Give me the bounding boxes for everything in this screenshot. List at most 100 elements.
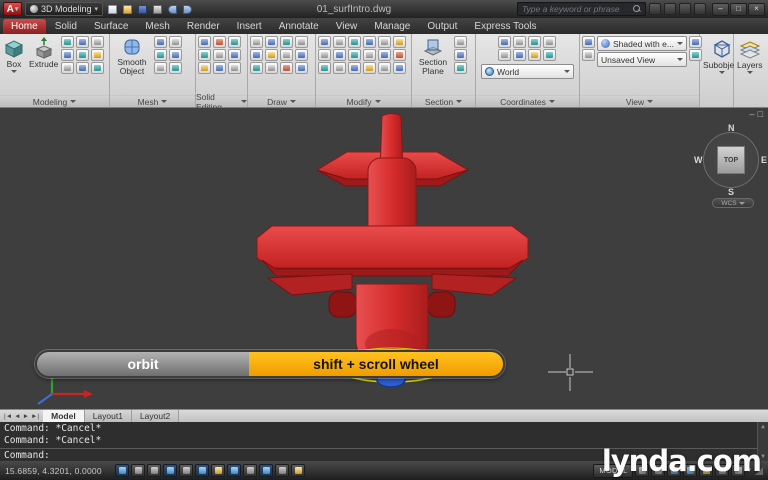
section-tool-icon[interactable] (454, 62, 467, 74)
drawing-viewport[interactable]: – □ N W E S TOP WCS orbit shift + scroll… (0, 108, 768, 409)
view-tool-icon[interactable] (582, 49, 595, 61)
polyline-icon[interactable] (265, 36, 278, 48)
extend-icon[interactable] (318, 62, 331, 74)
modeling-tool-icon[interactable] (91, 62, 105, 74)
mesh-tool-icon[interactable] (169, 62, 182, 74)
next-layout-button[interactable]: ► (23, 413, 29, 420)
airplane-model[interactable] (256, 113, 529, 367)
prev-layout-button[interactable]: ◄ (14, 413, 20, 420)
solid-editing-icon[interactable] (213, 49, 226, 61)
mesh-tool-icon[interactable] (154, 36, 167, 48)
tab-manage[interactable]: Manage (366, 19, 418, 34)
viewport-minimize-button[interactable]: – (750, 110, 755, 119)
section-tool-icon[interactable] (454, 49, 467, 61)
application-menu-button[interactable]: A ▾ (3, 2, 22, 16)
favorites-icon[interactable] (679, 3, 691, 15)
extrude-button[interactable]: Extrude (28, 36, 59, 70)
lengthen-icon[interactable] (393, 62, 406, 74)
communication-center-icon[interactable] (664, 3, 676, 15)
trim-icon[interactable] (348, 36, 361, 48)
ucs-tool-icon[interactable] (498, 49, 511, 61)
region-icon[interactable] (265, 62, 278, 74)
tab-surface[interactable]: Surface (86, 19, 136, 34)
spline-icon[interactable] (295, 49, 308, 61)
panel-label-mesh[interactable]: Mesh (110, 95, 195, 107)
solid-editing-icon[interactable] (198, 36, 211, 48)
chamfer-icon[interactable] (333, 62, 346, 74)
tab-view[interactable]: View (328, 19, 366, 34)
named-view-dropdown[interactable]: Unsaved View (597, 52, 687, 67)
restore-button[interactable]: □ (730, 2, 747, 16)
panel-label-coordinates[interactable]: Coordinates (476, 95, 579, 107)
panel-label-modify[interactable]: Modify (316, 95, 411, 107)
ucs-tool-icon[interactable] (528, 36, 541, 48)
gradient-icon[interactable] (280, 62, 293, 74)
mesh-tool-icon[interactable] (169, 49, 182, 61)
tab-solid[interactable]: Solid (47, 19, 85, 34)
osnap-toggle[interactable] (195, 464, 209, 477)
open-file-button[interactable] (121, 3, 134, 16)
ucs-tool-icon[interactable] (543, 49, 556, 61)
dyn-toggle[interactable] (259, 464, 273, 477)
plot-button[interactable] (151, 3, 164, 16)
offset-icon[interactable] (363, 49, 376, 61)
hatch-icon[interactable] (280, 49, 293, 61)
ducs-toggle[interactable] (243, 464, 257, 477)
explode-icon[interactable] (393, 49, 406, 61)
modeling-tool-icon[interactable] (61, 36, 75, 48)
mesh-tool-icon[interactable] (154, 62, 167, 74)
grid-toggle[interactable] (147, 464, 161, 477)
mirror-icon[interactable] (378, 36, 391, 48)
scroll-up-icon[interactable]: ▲ (761, 423, 765, 430)
stretch-icon[interactable] (318, 49, 331, 61)
point-icon[interactable] (250, 62, 263, 74)
viewcube-wcs-menu[interactable]: WCS (712, 198, 754, 208)
tab-annotate[interactable]: Annotate (271, 19, 327, 34)
fillet-icon[interactable] (393, 36, 406, 48)
ellipse-icon[interactable] (265, 49, 278, 61)
ucs-tool-icon[interactable] (543, 36, 556, 48)
exchange-icon[interactable] (649, 3, 661, 15)
ucs-tool-icon[interactable] (528, 49, 541, 61)
modeling-tool-icon[interactable] (61, 49, 75, 61)
modeling-tool-icon[interactable] (76, 49, 90, 61)
tab-output[interactable]: Output (419, 19, 465, 34)
workspace-switcher[interactable]: 3D Modeling ▾ (25, 2, 104, 16)
panel-label-solid-editing[interactable]: Solid Editing (196, 92, 247, 112)
tab-layout2[interactable]: Layout2 (131, 410, 180, 422)
section-plane-button[interactable]: Section Plane (414, 36, 452, 77)
circle-icon[interactable] (280, 36, 293, 48)
viewcube-north[interactable]: N (728, 123, 735, 133)
arc-icon[interactable] (295, 36, 308, 48)
modeling-tool-icon[interactable] (91, 36, 105, 48)
search-icon[interactable] (633, 5, 641, 13)
modeling-tool-icon[interactable] (61, 62, 75, 74)
redo-button[interactable] (181, 3, 194, 16)
otrack-toggle[interactable] (227, 464, 241, 477)
tab-express-tools[interactable]: Express Tools (466, 19, 544, 34)
line-icon[interactable] (250, 36, 263, 48)
solid-editing-icon[interactable] (228, 36, 241, 48)
tab-insert[interactable]: Insert (229, 19, 270, 34)
close-button[interactable]: × (748, 2, 765, 16)
ucs-tool-icon[interactable] (498, 36, 511, 48)
modeling-tool-icon[interactable] (91, 49, 105, 61)
solid-editing-icon[interactable] (198, 49, 211, 61)
solid-editing-icon[interactable] (228, 62, 241, 74)
viewcube-south[interactable]: S (728, 187, 734, 197)
lwt-toggle[interactable] (275, 464, 289, 477)
panel-label-section[interactable]: Section (412, 95, 475, 107)
mesh-tool-icon[interactable] (169, 36, 182, 48)
viewcube-east[interactable]: E (761, 155, 767, 165)
new-file-button[interactable] (106, 3, 119, 16)
infer-constraints-toggle[interactable] (115, 464, 129, 477)
box-button[interactable]: Box (2, 36, 26, 74)
scale-icon[interactable] (333, 49, 346, 61)
viewcube-top-face[interactable]: TOP (717, 146, 745, 174)
tab-mesh[interactable]: Mesh (137, 19, 177, 34)
solid-editing-icon[interactable] (228, 49, 241, 61)
move-icon[interactable] (318, 36, 331, 48)
polar-toggle[interactable] (179, 464, 193, 477)
layers-button[interactable]: Layers (736, 37, 764, 75)
view-tool-icon[interactable] (688, 36, 702, 48)
